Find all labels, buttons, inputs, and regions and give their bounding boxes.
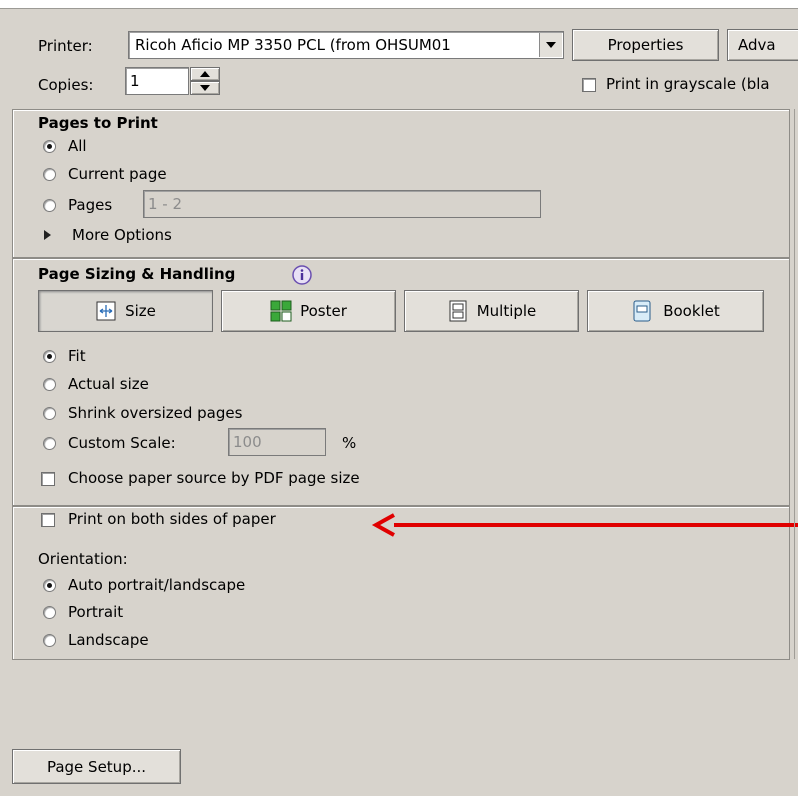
radio-custom-scale[interactable] bbox=[43, 437, 56, 450]
advanced-button[interactable]: Adva bbox=[727, 29, 798, 61]
duplex-checkbox[interactable] bbox=[41, 513, 55, 527]
radio-current-page[interactable] bbox=[43, 168, 56, 181]
tab-booklet[interactable]: Booklet bbox=[587, 290, 764, 332]
window-top-edge bbox=[0, 0, 798, 9]
preview-panel-edge bbox=[794, 109, 798, 659]
copies-input[interactable]: 1 bbox=[125, 67, 189, 95]
grayscale-checkbox[interactable] bbox=[582, 78, 596, 92]
copies-label: Copies: bbox=[38, 76, 94, 94]
pages-to-print-title: Pages to Print bbox=[38, 114, 158, 132]
paper-source-label: Choose paper source by PDF page size bbox=[68, 469, 360, 487]
radio-fit-label: Fit bbox=[68, 347, 86, 365]
radio-all-label: All bbox=[68, 137, 87, 155]
page-setup-button[interactable]: Page Setup... bbox=[12, 749, 181, 784]
properties-button[interactable]: Properties bbox=[572, 29, 719, 61]
copies-stepper[interactable] bbox=[190, 67, 220, 95]
custom-scale-input[interactable]: 100 bbox=[228, 428, 326, 456]
tab-size[interactable]: Size bbox=[38, 290, 213, 332]
orientation-title: Orientation: bbox=[38, 550, 128, 568]
grayscale-label: Print in grayscale (bla bbox=[606, 75, 770, 93]
paper-source-checkbox[interactable] bbox=[41, 472, 55, 486]
printer-label: Printer: bbox=[38, 37, 93, 55]
radio-shrink-oversized-label: Shrink oversized pages bbox=[68, 404, 243, 422]
tab-size-label: Size bbox=[125, 302, 156, 320]
radio-actual-size[interactable] bbox=[43, 378, 56, 391]
pages-range-input[interactable]: 1 - 2 bbox=[143, 190, 541, 218]
tab-poster[interactable]: Poster bbox=[221, 290, 396, 332]
radio-actual-size-label: Actual size bbox=[68, 375, 149, 393]
tab-multiple[interactable]: Multiple bbox=[404, 290, 579, 332]
radio-portrait-label: Portrait bbox=[68, 603, 124, 621]
page-sizing-title: Page Sizing & Handling bbox=[38, 265, 236, 283]
radio-auto-orientation[interactable] bbox=[43, 579, 56, 592]
copies-up-button[interactable] bbox=[190, 67, 220, 81]
booklet-icon bbox=[633, 300, 651, 322]
duplex-label: Print on both sides of paper bbox=[68, 510, 276, 528]
multiple-pages-icon bbox=[449, 300, 467, 322]
info-icon[interactable] bbox=[291, 264, 313, 286]
printer-select[interactable]: Ricoh Aficio MP 3350 PCL (from OHSUM01 bbox=[128, 31, 564, 59]
radio-landscape[interactable] bbox=[43, 634, 56, 647]
radio-shrink-oversized[interactable] bbox=[43, 407, 56, 420]
copies-down-button[interactable] bbox=[190, 81, 220, 95]
chevron-down-icon bbox=[546, 42, 556, 48]
tab-booklet-label: Booklet bbox=[663, 302, 720, 320]
radio-current-page-label: Current page bbox=[68, 165, 167, 183]
radio-pages[interactable] bbox=[43, 199, 56, 212]
expand-arrow-icon[interactable] bbox=[44, 230, 51, 240]
poster-icon bbox=[270, 300, 292, 322]
printer-selected-value: Ricoh Aficio MP 3350 PCL (from OHSUM01 bbox=[135, 36, 451, 54]
arrow-up-icon bbox=[200, 71, 210, 77]
more-options-link[interactable]: More Options bbox=[72, 226, 172, 244]
printer-dropdown-button[interactable] bbox=[539, 33, 562, 57]
size-icon bbox=[96, 301, 116, 321]
arrow-down-icon bbox=[200, 85, 210, 91]
tab-multiple-label: Multiple bbox=[476, 302, 537, 320]
tab-poster-label: Poster bbox=[300, 302, 347, 320]
radio-auto-orientation-label: Auto portrait/landscape bbox=[68, 576, 246, 594]
radio-fit[interactable] bbox=[43, 350, 56, 363]
scale-percent-label: % bbox=[342, 434, 357, 452]
radio-pages-label: Pages bbox=[68, 196, 113, 214]
radio-custom-scale-label: Custom Scale: bbox=[68, 434, 176, 452]
annotation-arrow bbox=[371, 513, 798, 537]
radio-landscape-label: Landscape bbox=[68, 631, 149, 649]
radio-all[interactable] bbox=[43, 140, 56, 153]
radio-portrait[interactable] bbox=[43, 606, 56, 619]
